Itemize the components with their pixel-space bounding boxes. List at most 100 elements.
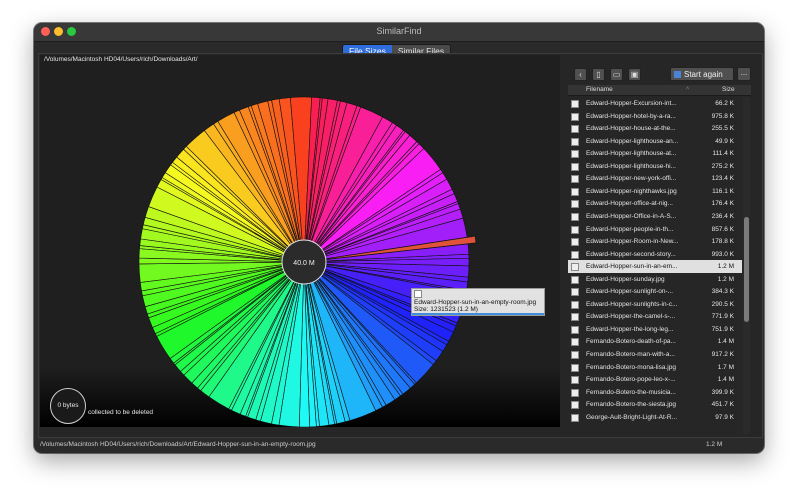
file-name: Fernando-Botero-death-of-pa... <box>586 338 676 346</box>
delete-checkbox[interactable] <box>571 100 579 108</box>
delete-checkbox[interactable] <box>571 225 579 234</box>
start-again-button[interactable]: Start again <box>670 67 734 81</box>
sort-indicator-icon: ^ <box>686 86 690 93</box>
tooltip-accent-bar <box>412 313 544 315</box>
tooltip-checkbox[interactable] <box>414 290 422 298</box>
file-row[interactable]: Edward-Hopper-new-york-offi... 123.4 K <box>568 172 742 185</box>
delete-checkbox[interactable] <box>571 325 579 334</box>
delete-checkbox[interactable] <box>571 288 579 297</box>
document-button[interactable]: ▯ <box>592 68 605 81</box>
size-column-header[interactable]: Size <box>722 86 735 93</box>
file-name: Edward-Hopper-lighthouse-an... <box>586 137 679 145</box>
file-list-scrollbar[interactable] <box>743 97 750 434</box>
delete-checkbox[interactable] <box>571 112 579 121</box>
file-row[interactable]: Fernando-Botero-death-of-pa... 1.4 M <box>568 335 742 348</box>
folder-button[interactable]: ▭ <box>610 68 623 81</box>
file-row[interactable]: Edward-Hopper-Excursion-int... 66.2 K <box>568 97 742 110</box>
more-button[interactable]: ... <box>737 67 751 81</box>
status-bar: /Volumes/Macintosh HD04/Users/rich/Downl… <box>34 439 764 453</box>
scrollbar-thumb[interactable] <box>744 217 749 322</box>
file-row[interactable]: Edward-Hopper-nighthawks.jpg 116.1 K <box>568 185 742 198</box>
window-title: SimilarFind <box>376 26 422 36</box>
file-size: 66.2 K <box>715 100 734 107</box>
delete-checkbox[interactable] <box>571 175 579 184</box>
file-row[interactable]: Fernando-Botero-pope-leo-x-... 1.4 M <box>568 373 742 386</box>
file-row[interactable]: Edward-Hopper-the-long-leg... 751.9 K <box>568 323 742 336</box>
file-size: 917.2 K <box>711 351 734 358</box>
document-icon: ▯ <box>596 70 601 79</box>
file-name: Edward-Hopper-lighthouse-hi... <box>586 162 676 170</box>
delete-checkbox[interactable] <box>571 150 579 159</box>
file-name: Edward-Hopper-sunlights-in-c... <box>586 300 678 308</box>
delete-checkbox[interactable] <box>571 162 579 171</box>
file-row[interactable]: Edward-Hopper-sun-in-an-em... 1.2 M <box>568 260 742 273</box>
file-list-header: Filename ^ Size <box>568 85 751 96</box>
file-name: Edward-Hopper-Room-in-New... <box>586 238 679 246</box>
delete-checkbox[interactable] <box>571 413 579 422</box>
file-size: 236.4 K <box>711 212 734 220</box>
file-size: 384.3 K <box>711 288 734 296</box>
delete-checkbox[interactable] <box>571 401 579 410</box>
delete-checkbox[interactable] <box>571 300 579 309</box>
file-name: Edward-Hopper-sun-in-an-em... <box>586 263 678 271</box>
delete-bin-label: collected to be deleted <box>88 409 154 416</box>
file-name: Edward-Hopper-sunday.jpg <box>586 275 665 283</box>
file-row[interactable]: Fernando-Botero-mona-lisa.jpg 1.7 M <box>568 361 742 374</box>
file-row[interactable]: Edward-Hopper-lighthouse-an... 49.9 K <box>568 135 742 148</box>
delete-checkbox[interactable] <box>571 263 579 272</box>
delete-checkbox[interactable] <box>571 313 579 322</box>
tooltip-size: Size: 1231523 (1.2 M) <box>414 306 478 313</box>
delete-checkbox[interactable] <box>571 376 579 385</box>
file-name: Edward-Hopper-lighthouse-at... <box>586 150 677 158</box>
file-size: 116.1 K <box>712 187 734 195</box>
file-name: Edward-Hopper-new-york-offi... <box>586 175 677 183</box>
delete-checkbox[interactable] <box>571 137 579 146</box>
file-row[interactable]: George-Ault-Bright-Light-At-R... 97.9 K <box>568 411 742 424</box>
chevron-left-icon: ‹ <box>579 70 582 79</box>
back-button[interactable]: ‹ <box>574 68 587 81</box>
size-pie-chart[interactable]: 40.0 M <box>40 55 560 427</box>
delete-checkbox[interactable] <box>571 238 579 247</box>
delete-checkbox[interactable] <box>571 250 579 259</box>
file-name: Edward-Hopper-nighthawks.jpg <box>586 187 677 195</box>
file-size: 1.4 M <box>717 376 734 384</box>
pie-chart-panel: 40.0 M <box>40 55 560 427</box>
tooltip-filename: Edward-Hopper-sun-in-an-empty-room.jpg <box>414 299 537 306</box>
file-row[interactable]: Edward-Hopper-house-at-the... 255.5 K <box>568 122 742 135</box>
file-row[interactable]: Edward-Hopper-Room-in-New... 178.8 K <box>568 235 742 248</box>
file-row[interactable]: Edward-Hopper-hotel-by-a-ra... 975.8 K <box>568 110 742 123</box>
file-row[interactable]: Edward-Hopper-sunday.jpg 1.2 M <box>568 273 742 286</box>
file-name: Edward-Hopper-Excursion-int... <box>586 100 677 107</box>
file-row[interactable]: Edward-Hopper-the-camel-s-... 771.9 K <box>568 310 742 323</box>
file-name: Fernando-Botero-mona-lisa.jpg <box>586 363 676 371</box>
file-row[interactable]: Edward-Hopper-sunlight-on-... 384.3 K <box>568 285 742 298</box>
file-row[interactable]: Fernando-Botero-man-with-a... 917.2 K <box>568 348 742 361</box>
start-again-label: Start again <box>684 70 723 79</box>
file-name: Fernando-Botero-the-musicia... <box>586 388 676 396</box>
delete-bin[interactable]: 0 bytes <box>50 388 86 424</box>
delete-checkbox[interactable] <box>571 212 579 221</box>
delete-checkbox[interactable] <box>571 338 579 347</box>
title-bar: SimilarFind <box>34 23 764 42</box>
delete-checkbox[interactable] <box>571 200 579 209</box>
delete-checkbox[interactable] <box>571 388 579 397</box>
file-row[interactable]: Edward-Hopper-Office-in-A-S... 236.4 K <box>568 210 742 223</box>
file-size: 111.4 K <box>712 150 734 158</box>
delete-checkbox[interactable] <box>571 363 579 372</box>
file-size: 857.6 K <box>711 225 734 233</box>
file-size: 123.4 K <box>711 175 734 183</box>
file-row[interactable]: Edward-Hopper-lighthouse-at... 111.4 K <box>568 147 742 160</box>
file-row[interactable]: Fernando-Botero-the-musicia... 399.9 K <box>568 386 742 399</box>
file-row[interactable]: Edward-Hopper-people-in-th... 857.6 K <box>568 223 742 236</box>
filename-column-header[interactable]: Filename <box>586 86 613 93</box>
file-row[interactable]: Edward-Hopper-second-story... 993.0 K <box>568 248 742 261</box>
file-row[interactable]: Edward-Hopper-office-at-nig... 176.4 K <box>568 197 742 210</box>
file-row[interactable]: Edward-Hopper-sunlights-in-c... 290.5 K <box>568 298 742 311</box>
delete-checkbox[interactable] <box>571 351 579 359</box>
delete-checkbox[interactable] <box>571 187 579 196</box>
file-row[interactable]: Fernando-Botero-the-siesta.jpg 451.7 K <box>568 398 742 411</box>
delete-checkbox[interactable] <box>571 275 579 284</box>
delete-checkbox[interactable] <box>571 125 579 134</box>
save-button[interactable]: ▣ <box>628 68 641 81</box>
file-row[interactable]: Edward-Hopper-lighthouse-hi... 275.2 K <box>568 160 742 173</box>
